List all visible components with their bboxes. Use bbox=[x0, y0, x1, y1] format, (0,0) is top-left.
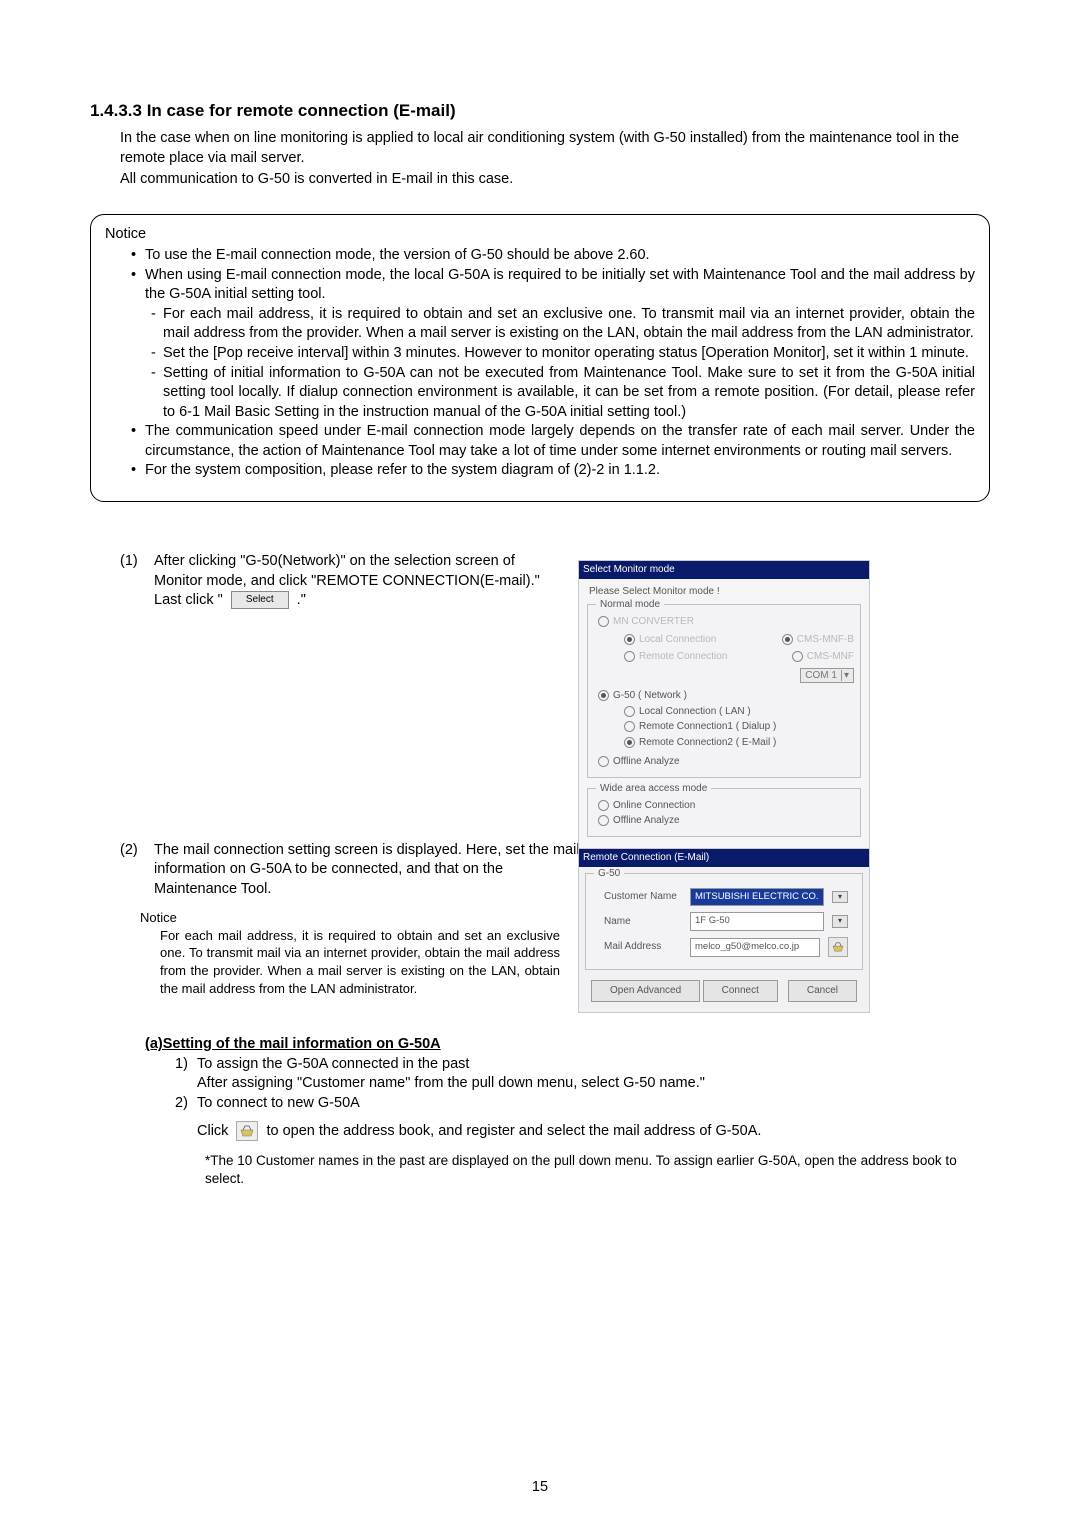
subpoint-1: For each mail address, it is required to… bbox=[163, 305, 975, 344]
bullet-3: The communication speed under E-mail con… bbox=[145, 422, 975, 461]
open-advanced-button[interactable]: Open Advanced bbox=[591, 980, 700, 1002]
footnote: *The 10 Customer names in the past are d… bbox=[205, 1152, 990, 1188]
radio-offline-analyze-2[interactable]: Offline Analyze bbox=[598, 814, 854, 828]
customer-name-dropdown[interactable]: ▾ bbox=[832, 891, 848, 904]
notice-title: Notice bbox=[105, 225, 975, 245]
connect-button[interactable]: Connect bbox=[703, 980, 778, 1002]
bullet-1: To use the E-mail connection mode, the v… bbox=[145, 246, 975, 266]
rc-group-label: G-50 bbox=[594, 867, 624, 881]
radio-cms-mnf[interactable]: CMS-MNF bbox=[792, 650, 854, 664]
name-label: Name bbox=[604, 915, 682, 929]
subsetting-title: (a)Setting of the mail information on G-… bbox=[145, 1035, 990, 1055]
step2-number: (2) bbox=[120, 841, 154, 900]
remote-connection-dialog: Remote Connection (E-Mail) G-50 Customer… bbox=[578, 848, 870, 1013]
radio-offline-analyze-1[interactable]: Offline Analyze bbox=[598, 755, 854, 769]
inline-select-button[interactable]: Select bbox=[231, 591, 289, 609]
page-number: 15 bbox=[0, 1478, 1080, 1498]
mail-address-label: Mail Address bbox=[604, 940, 682, 954]
name-dropdown[interactable]: ▾ bbox=[832, 915, 848, 928]
step1-text: After clicking "G-50(Network)" on the se… bbox=[154, 552, 560, 611]
bullet-4: For the system composition, please refer… bbox=[145, 461, 975, 481]
rc-title: Remote Connection (E-Mail) bbox=[579, 849, 869, 867]
radio-g50-local[interactable]: Local Connection ( LAN ) bbox=[624, 705, 854, 719]
step2-notice-text: For each mail address, it is required to… bbox=[140, 927, 560, 997]
subpoint-2: Set the [Pop receive interval] within 3 … bbox=[163, 344, 975, 364]
click-instruction: Click to open the address book, and regi… bbox=[197, 1121, 990, 1141]
section-heading: 1.4.3.3 In case for remote connection (E… bbox=[90, 100, 990, 123]
ss1-line1: To assign the G-50A connected in the pas… bbox=[197, 1055, 469, 1075]
radio-mn-local[interactable]: Local Connection bbox=[624, 633, 716, 647]
dialog-title: Select Monitor mode bbox=[579, 561, 869, 579]
radio-cms-mnf-b[interactable]: CMS-MNF-B bbox=[782, 633, 854, 647]
address-book-icon-small[interactable] bbox=[828, 937, 848, 957]
com-port-select[interactable]: COM 1▾ bbox=[800, 668, 854, 684]
name-field[interactable]: 1F G-50 bbox=[690, 912, 824, 931]
step2-notice-title: Notice bbox=[140, 909, 560, 927]
intro-line-1: In the case when on line monitoring is a… bbox=[120, 129, 990, 168]
normal-mode-label: Normal mode bbox=[596, 598, 664, 612]
radio-mn-converter[interactable]: MN CONVERTER bbox=[598, 615, 854, 629]
step2-text: The mail connection setting screen is di… bbox=[154, 841, 580, 900]
monitor-mode-dialog: Select Monitor mode Please Select Monito… bbox=[578, 560, 870, 885]
subpoint-3: Setting of initial information to G-50A … bbox=[163, 364, 975, 423]
radio-online-connection[interactable]: Online Connection bbox=[598, 799, 854, 813]
mail-address-field[interactable]: melco_g50@melco.co.jp bbox=[690, 938, 820, 957]
ss1-line2: After assigning "Customer name" from the… bbox=[197, 1074, 990, 1094]
notice-box: Notice •To use the E-mail connection mod… bbox=[90, 214, 990, 502]
bullet-2: When using E-mail connection mode, the l… bbox=[145, 266, 975, 305]
radio-mn-remote[interactable]: Remote Connection bbox=[624, 650, 727, 664]
ss2-line1: To connect to new G-50A bbox=[197, 1094, 360, 1114]
address-book-icon[interactable] bbox=[236, 1121, 258, 1141]
step1-number: (1) bbox=[120, 552, 154, 611]
intro-line-2: All communication to G-50 is converted i… bbox=[120, 170, 990, 190]
cancel-button[interactable]: Cancel bbox=[788, 980, 857, 1002]
radio-g50-remote1[interactable]: Remote Connection1 ( Dialup ) bbox=[624, 720, 854, 734]
customer-name-field[interactable]: MITSUBISHI ELECTRIC CO. bbox=[690, 888, 824, 907]
dialog-lead: Please Select Monitor mode ! bbox=[579, 579, 869, 599]
radio-g50-remote2[interactable]: Remote Connection2 ( E-Mail ) bbox=[624, 736, 854, 750]
radio-g50-network[interactable]: G-50 ( Network ) bbox=[598, 689, 854, 703]
wide-area-label: Wide area access mode bbox=[596, 782, 711, 796]
customer-name-label: Customer Name bbox=[604, 890, 682, 904]
